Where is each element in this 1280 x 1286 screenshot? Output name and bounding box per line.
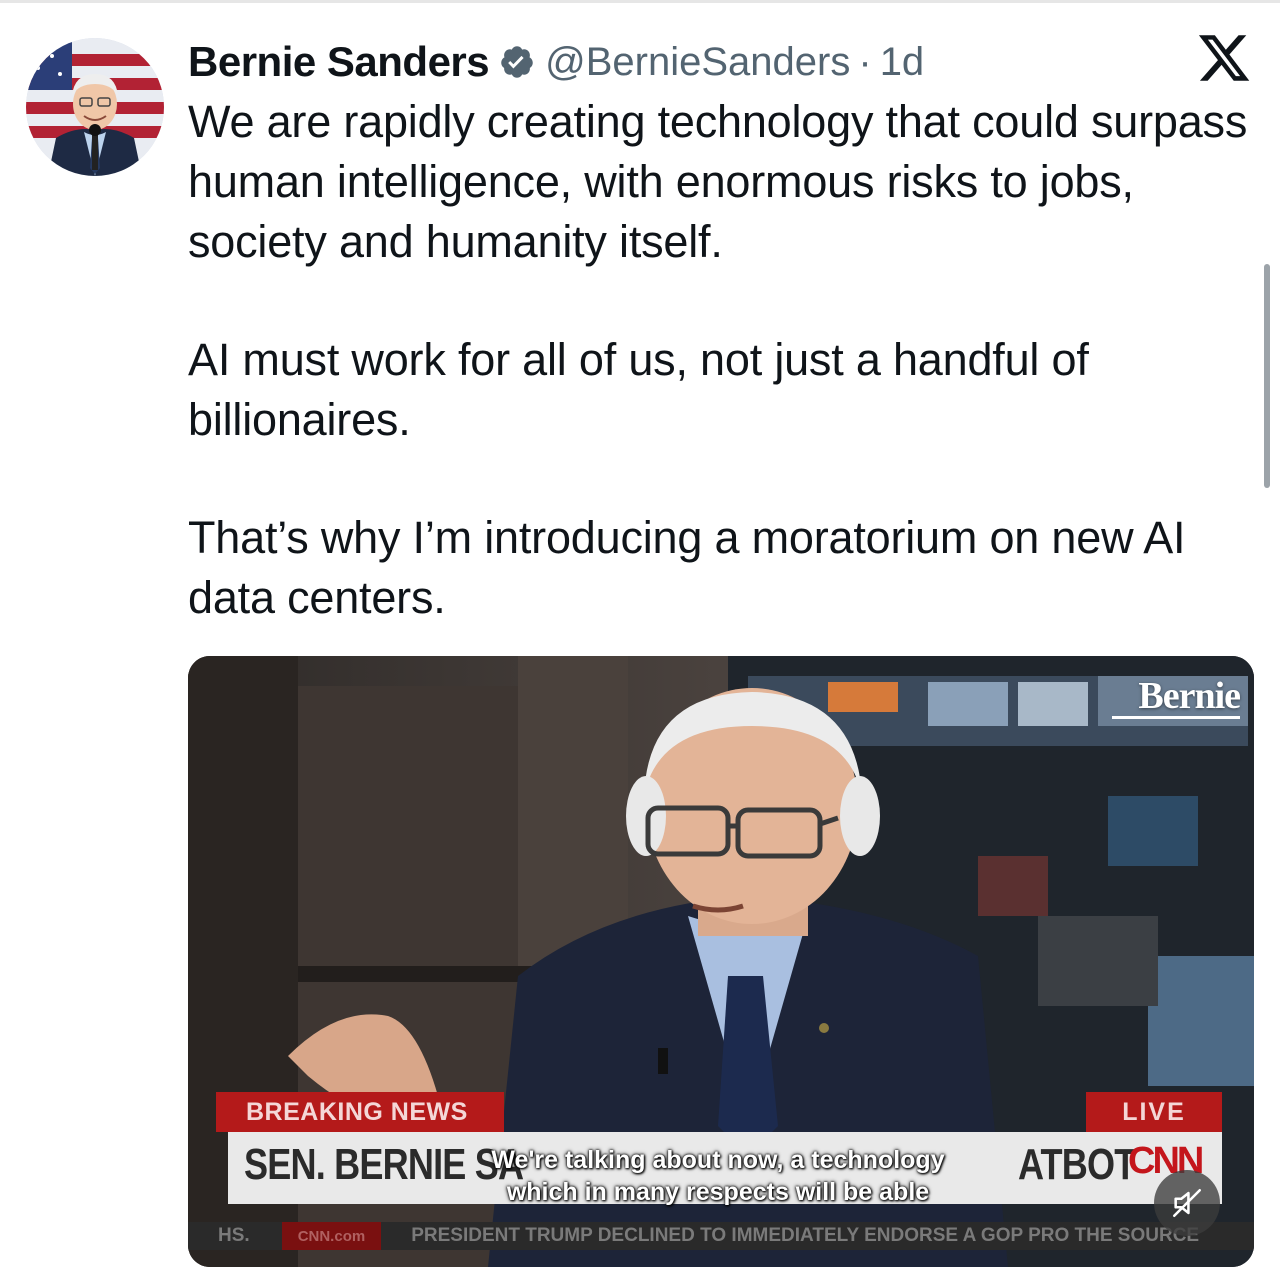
avatar[interactable]: [26, 38, 164, 176]
ticker-text: PRESIDENT TRUMP DECLINED TO IMMEDIATELY …: [411, 1225, 1200, 1246]
watermark-underline: [1112, 716, 1240, 719]
post-age[interactable]: 1d: [880, 40, 925, 85]
caption-line-2: which in many respects will be able: [506, 1178, 930, 1206]
tweet-paragraph-2: AI must work for all of us, not just a h…: [188, 334, 1089, 445]
display-name[interactable]: Bernie Sanders: [188, 38, 490, 86]
news-ticker: HS. CNN.com PRESIDENT TRUMP DECLINED TO …: [188, 1222, 1254, 1250]
mute-button[interactable]: [1154, 1170, 1220, 1236]
ticker-site: CNN.com: [281, 1222, 382, 1250]
tweet-text: We are rapidly creating technology that …: [188, 92, 1260, 628]
breaking-news-label: BREAKING NEWS: [216, 1092, 504, 1132]
live-label: LIVE: [1086, 1092, 1222, 1132]
separator-dot: ·: [858, 39, 872, 84]
x-logo-icon: [1198, 35, 1250, 81]
tweet-header: Bernie Sanders @BernieSanders · 1d: [188, 34, 924, 90]
video-caption: We're talking about now, a technology wh…: [458, 1144, 978, 1208]
caption-line-1: We're talking about now, a technology: [491, 1146, 945, 1174]
handle[interactable]: @BernieSanders: [545, 40, 850, 85]
verified-badge-icon: [501, 46, 533, 78]
tweet[interactable]: Bernie Sanders @BernieSanders · 1d We ar…: [0, 0, 1280, 1286]
tweet-paragraph-1: We are rapidly creating technology that …: [188, 96, 1248, 267]
ticker-prefix: HS.: [218, 1225, 250, 1246]
headline-right: ATBOT: [1018, 1140, 1136, 1189]
bernie-watermark: Bernie: [1138, 675, 1241, 717]
video-player[interactable]: Bernie BREAKING NEWS LIVE SEN. BERNIE SA…: [188, 656, 1254, 1267]
tweet-paragraph-3: That’s why I’m introducing a moratorium …: [188, 512, 1186, 623]
volume-muted-icon: [1172, 1188, 1202, 1218]
scrollbar-thumb[interactable]: [1264, 264, 1270, 488]
